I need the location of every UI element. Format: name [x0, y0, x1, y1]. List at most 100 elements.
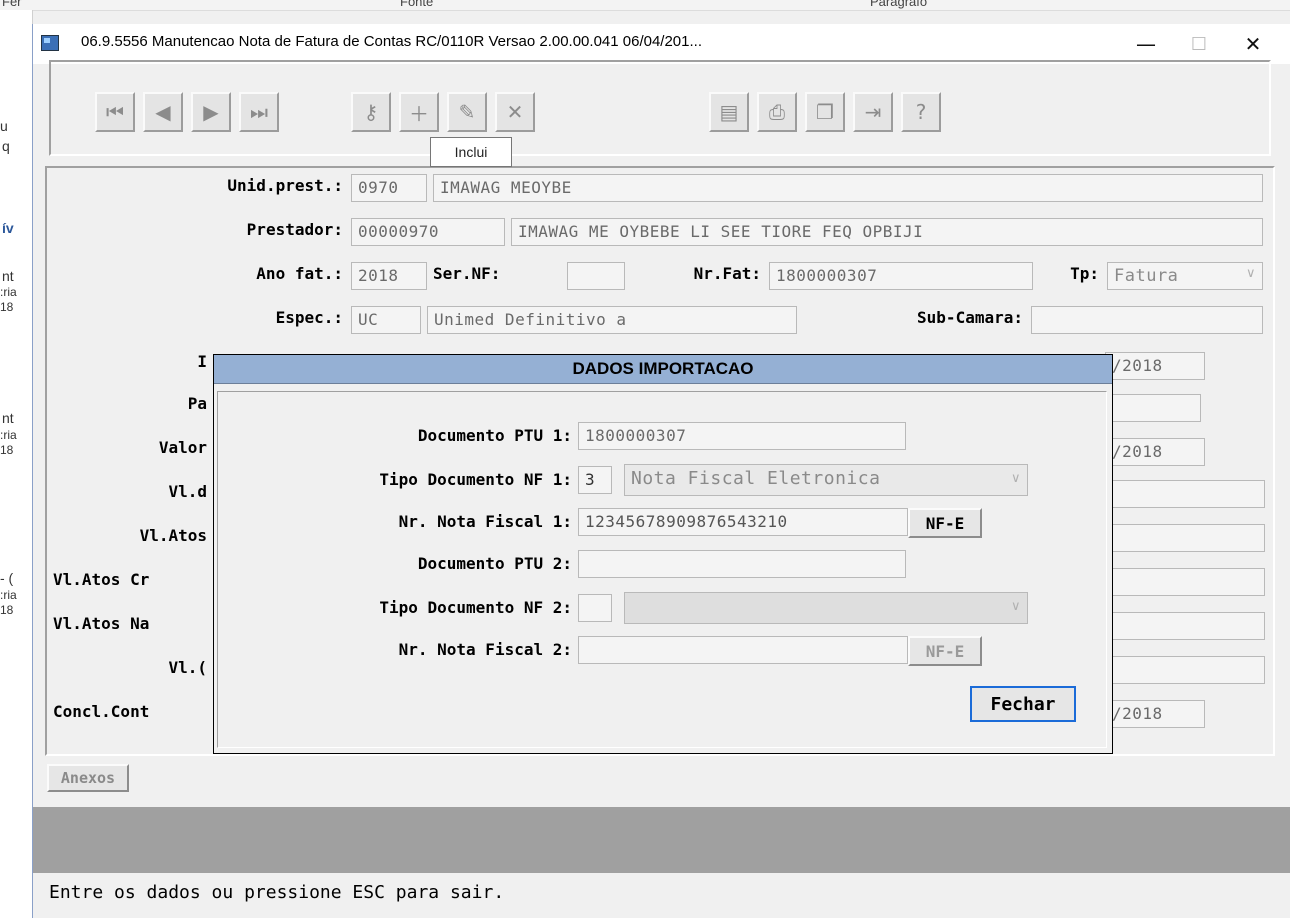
row-label-partial: I: [197, 352, 207, 371]
bg-text: :ria: [0, 428, 17, 442]
minimize-button[interactable]: —: [1123, 24, 1169, 64]
tp-select-value: Fatura: [1114, 266, 1179, 286]
bg-text: - (: [0, 570, 14, 586]
chevron-down-icon: ∨: [1245, 266, 1256, 281]
prestador-label: Prestador:: [246, 220, 343, 239]
row-label-partial: Vl.Atos Cr: [53, 570, 150, 589]
doc-ptu1-label: Documento PTU 1:: [417, 426, 572, 445]
prev-record-icon[interactable]: ◀: [143, 92, 183, 132]
next-record-icon[interactable]: ▶: [191, 92, 231, 132]
toolbar: ⏮ ◀ ▶ ⏭ ⚷ ＋ ✎ ✕ ▤ ⎙ ❐ ⇥ ?: [49, 60, 1271, 156]
bg-text: 18: [0, 300, 14, 314]
nr-fat-field[interactable]: 1800000307: [769, 262, 1033, 290]
edit-record-icon[interactable]: ✎: [447, 92, 487, 132]
row-label-partial: Valor: [158, 438, 207, 457]
add-record-icon[interactable]: ＋: [399, 92, 439, 132]
delete-record-icon[interactable]: ✕: [495, 92, 535, 132]
bg-text: nt: [2, 410, 14, 426]
doc-ptu2-label: Documento PTU 2:: [417, 554, 572, 573]
dialog-body: Documento PTU 1: 1800000307 Tipo Documen…: [217, 391, 1107, 748]
title-bar[interactable]: 06.9.5556 Manutencao Nota de Fatura de C…: [33, 24, 1290, 64]
doc-ptu1-field[interactable]: 1800000307: [578, 422, 906, 450]
print-icon[interactable]: ⎙: [757, 92, 797, 132]
ano-fat-label: Ano fat.:: [256, 264, 343, 283]
copy-icon[interactable]: ❐: [805, 92, 845, 132]
nfe2-button[interactable]: NF-E: [908, 636, 982, 666]
tipo-doc1-select[interactable]: Nota Fiscal Eletronica ∨: [624, 464, 1028, 496]
status-bar: [33, 807, 1290, 873]
field-partial[interactable]: [1105, 394, 1201, 422]
field-partial[interactable]: [1105, 524, 1265, 552]
dados-importacao-dialog: DADOS IMPORTACAO Documento PTU 1: 180000…: [213, 354, 1113, 754]
bg-ribbon-text: Parágrafo: [870, 0, 928, 9]
search-key-icon[interactable]: ⚷: [351, 92, 391, 132]
tipo-doc1-label: Tipo Documento NF 1:: [379, 470, 572, 489]
report-icon[interactable]: ▤: [709, 92, 749, 132]
nr-nf2-label: Nr. Nota Fiscal 2:: [398, 640, 572, 659]
chevron-down-icon: ∨: [1010, 471, 1021, 486]
ser-nf-label: Ser.NF:: [433, 264, 501, 283]
row-label-partial: Vl.d: [168, 482, 207, 501]
bg-text: :ria: [0, 588, 17, 602]
tp-label: Tp:: [1070, 264, 1099, 283]
maximize-button[interactable]: ☐: [1176, 24, 1222, 64]
bg-text: ív: [2, 220, 14, 236]
bg-ribbon-text: Fonte: [400, 0, 434, 9]
nr-nf1-field[interactable]: 12345678909876543210: [578, 508, 908, 536]
unid-prest-code-field[interactable]: 0970: [351, 174, 427, 202]
ano-fat-field[interactable]: 2018: [351, 262, 427, 290]
field-partial[interactable]: [1105, 612, 1265, 640]
tipo-doc1-select-value: Nota Fiscal Eletronica: [631, 468, 881, 489]
bg-text: 18: [0, 443, 14, 457]
chevron-down-icon: ∨: [1010, 599, 1021, 614]
window-title: 06.9.5556 Manutencao Nota de Fatura de C…: [81, 33, 702, 50]
exit-icon[interactable]: ⇥: [853, 92, 893, 132]
nr-nf1-label: Nr. Nota Fiscal 1:: [398, 512, 572, 531]
last-record-icon[interactable]: ⏭: [239, 92, 279, 132]
anexos-button[interactable]: Anexos: [47, 764, 129, 792]
bg-text: u: [0, 118, 8, 134]
doc-ptu2-field[interactable]: [578, 550, 906, 578]
background-ribbon: Fer Fonte Parágrafo: [0, 0, 1290, 11]
espec-code-field[interactable]: UC: [351, 306, 421, 334]
espec-desc-field[interactable]: Unimed Definitivo a: [427, 306, 797, 334]
date-field-2[interactable]: /2018: [1105, 438, 1205, 466]
tipo-doc2-code-field[interactable]: [578, 594, 612, 622]
row-label-partial: Vl.Atos Na: [53, 614, 150, 633]
field-partial[interactable]: [1105, 568, 1265, 596]
field-partial[interactable]: [1105, 480, 1265, 508]
espec-label: Espec.:: [275, 308, 343, 327]
app-icon: [41, 35, 59, 51]
row-label-partial: Vl.Atos: [139, 526, 207, 545]
date-field-3[interactable]: /2018: [1105, 700, 1205, 728]
tooltip: Inclui: [430, 137, 512, 167]
row-label-partial: Concl.Cont: [53, 702, 150, 721]
close-window-button[interactable]: ✕: [1230, 24, 1276, 64]
status-message: Entre os dados ou pressione ESC para sai…: [49, 882, 505, 903]
bg-text: 18: [0, 603, 14, 617]
date-field-1[interactable]: /2018: [1105, 352, 1205, 380]
nr-nf2-field[interactable]: [578, 636, 908, 664]
background-document: u q ív nt :ria 18 nt :ria 18 - ( :ria 18: [0, 10, 33, 918]
first-record-icon[interactable]: ⏮: [95, 92, 135, 132]
tipo-doc1-code-field[interactable]: 3: [578, 466, 612, 494]
unid-prest-name-field[interactable]: IMAWAG MEOYBE: [433, 174, 1263, 202]
tp-select[interactable]: Fatura ∨: [1107, 262, 1263, 290]
row-label-partial: Vl.(: [168, 658, 207, 677]
tipo-doc2-select[interactable]: ∨: [624, 592, 1028, 624]
tipo-doc2-label: Tipo Documento NF 2:: [379, 598, 572, 617]
sub-camara-field[interactable]: [1031, 306, 1263, 334]
prestador-code-field[interactable]: 00000970: [351, 218, 505, 246]
bg-text: :ria: [0, 285, 17, 299]
bg-ribbon-text: Fer: [2, 0, 22, 9]
unid-prest-label: Unid.prest.:: [227, 176, 343, 195]
fechar-button[interactable]: Fechar: [970, 686, 1076, 722]
help-icon[interactable]: ?: [901, 92, 941, 132]
prestador-name-field[interactable]: IMAWAG ME OYBEBE LI SEE TIORE FEQ OPBIJI: [511, 218, 1263, 246]
application-window: 06.9.5556 Manutencao Nota de Fatura de C…: [32, 24, 1290, 918]
nfe1-button[interactable]: NF-E: [908, 508, 982, 538]
field-partial[interactable]: [1105, 656, 1265, 684]
ser-nf-field[interactable]: [567, 262, 625, 290]
sub-camara-label: Sub-Camara:: [917, 308, 1023, 327]
dialog-title: DADOS IMPORTACAO: [214, 355, 1112, 384]
